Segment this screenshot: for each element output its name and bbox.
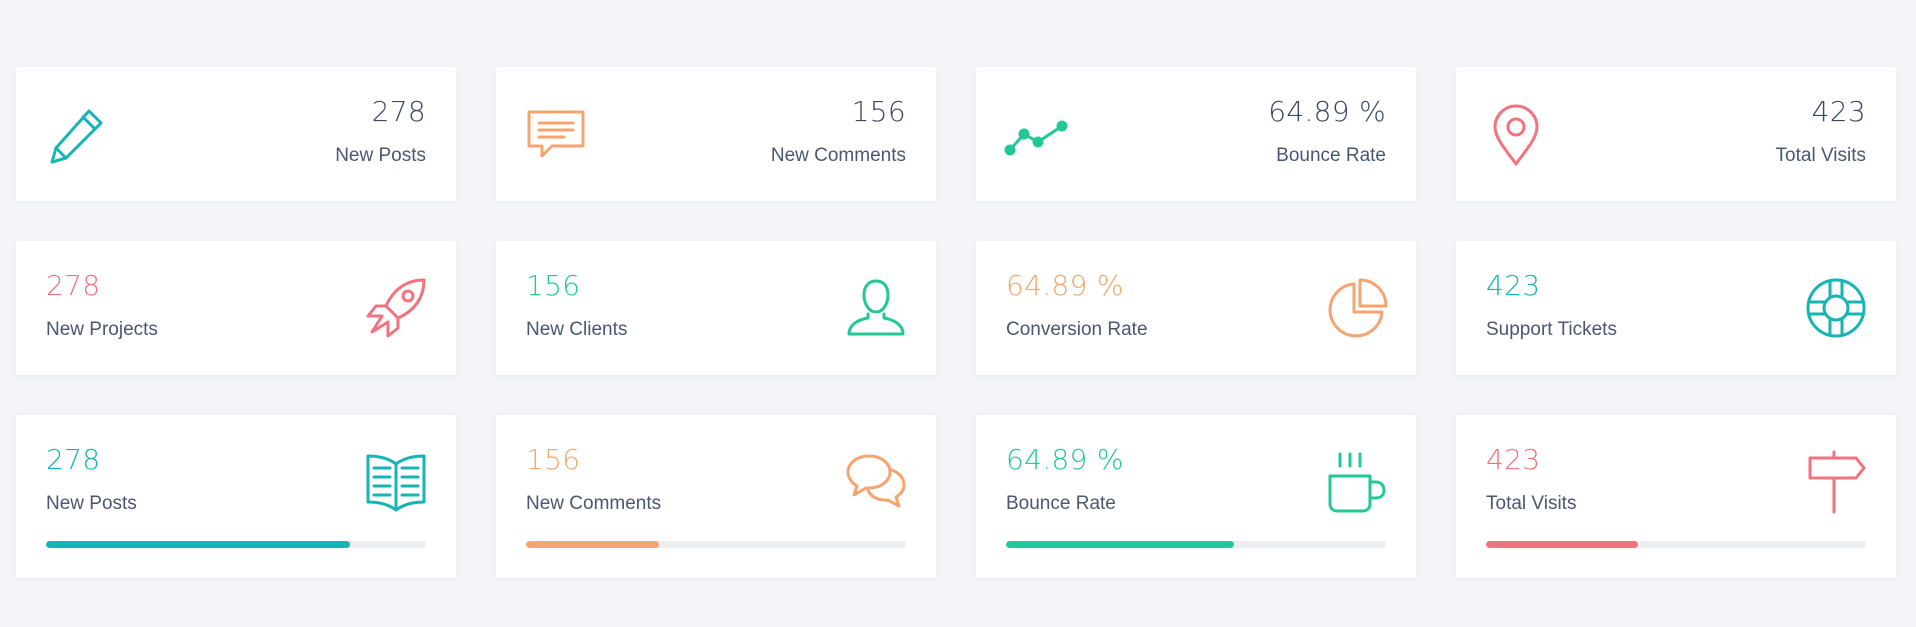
rocket-icon bbox=[364, 276, 428, 340]
stat-value: 278 bbox=[371, 95, 426, 128]
stat-label: New Posts bbox=[335, 145, 426, 166]
pie-chart-icon bbox=[1324, 276, 1388, 340]
stat-value: 278 bbox=[46, 443, 101, 476]
stat-value: 156 bbox=[851, 95, 906, 128]
stat-card-support-tickets: 423 Support Tickets bbox=[1456, 241, 1896, 375]
life-ring-icon bbox=[1804, 276, 1868, 340]
progress-card-new-comments: 156 New Comments bbox=[496, 415, 936, 578]
stat-label: Total Visits bbox=[1486, 493, 1577, 514]
signpost-icon bbox=[1804, 450, 1868, 514]
progress-bar-fill bbox=[46, 541, 350, 548]
stat-card-conversion-rate: 64.89 % Conversion Rate bbox=[976, 241, 1416, 375]
open-book-icon bbox=[364, 450, 428, 514]
pencil-icon bbox=[44, 104, 108, 168]
progress-card-total-visits: 423 Total Visits bbox=[1456, 415, 1896, 578]
stat-value: 278 bbox=[46, 269, 101, 302]
stat-card-new-projects: 278 New Projects bbox=[16, 241, 456, 375]
stat-card-new-comments: 156 New Comments bbox=[496, 67, 936, 201]
stat-card-bounce-rate: 64.89 % Bounce Rate bbox=[976, 67, 1416, 201]
progress-bar-fill bbox=[526, 541, 659, 548]
progress-bar-fill bbox=[1006, 541, 1234, 548]
user-icon bbox=[844, 276, 908, 340]
stat-value: 64.89 % bbox=[1268, 95, 1386, 128]
stat-label: New Comments bbox=[526, 493, 662, 514]
chat-bubbles-icon bbox=[844, 450, 908, 514]
stat-label: New Posts bbox=[46, 493, 137, 514]
stat-card-new-posts: 278 New Posts bbox=[16, 67, 456, 201]
comment-icon bbox=[524, 104, 588, 168]
progress-bar bbox=[1486, 541, 1866, 548]
stat-label: Bounce Rate bbox=[1006, 493, 1116, 514]
stat-label: Total Visits bbox=[1775, 145, 1866, 166]
map-pin-icon bbox=[1484, 104, 1548, 168]
stat-label: Support Tickets bbox=[1486, 319, 1617, 340]
progress-bar bbox=[46, 541, 426, 548]
progress-card-bounce-rate: 64.89 % Bounce Rate bbox=[976, 415, 1416, 578]
stat-value: 423 bbox=[1486, 269, 1541, 302]
stat-card-new-clients: 156 New Clients bbox=[496, 241, 936, 375]
stat-value: 156 bbox=[526, 443, 581, 476]
progress-bar-fill bbox=[1486, 541, 1638, 548]
progress-bar bbox=[1006, 541, 1386, 548]
stat-card-total-visits: 423 Total Visits bbox=[1456, 67, 1896, 201]
stat-value: 156 bbox=[526, 269, 581, 302]
stat-label: New Comments bbox=[770, 145, 906, 166]
stat-value: 423 bbox=[1811, 95, 1866, 128]
stat-value: 64.89 % bbox=[1006, 269, 1124, 302]
trend-line-icon bbox=[1004, 104, 1068, 168]
coffee-mug-icon bbox=[1324, 450, 1388, 514]
stat-label: New Projects bbox=[46, 319, 158, 340]
stats-grid: 278 New Posts 156 New Comments 64.89 % B… bbox=[16, 67, 1896, 578]
stat-value: 423 bbox=[1486, 443, 1541, 476]
progress-bar bbox=[526, 541, 906, 548]
stat-label: Conversion Rate bbox=[1006, 319, 1148, 340]
stat-value: 64.89 % bbox=[1006, 443, 1124, 476]
stat-label: New Clients bbox=[526, 319, 628, 340]
progress-card-new-posts: 278 New Posts bbox=[16, 415, 456, 578]
stat-label: Bounce Rate bbox=[1276, 145, 1386, 166]
